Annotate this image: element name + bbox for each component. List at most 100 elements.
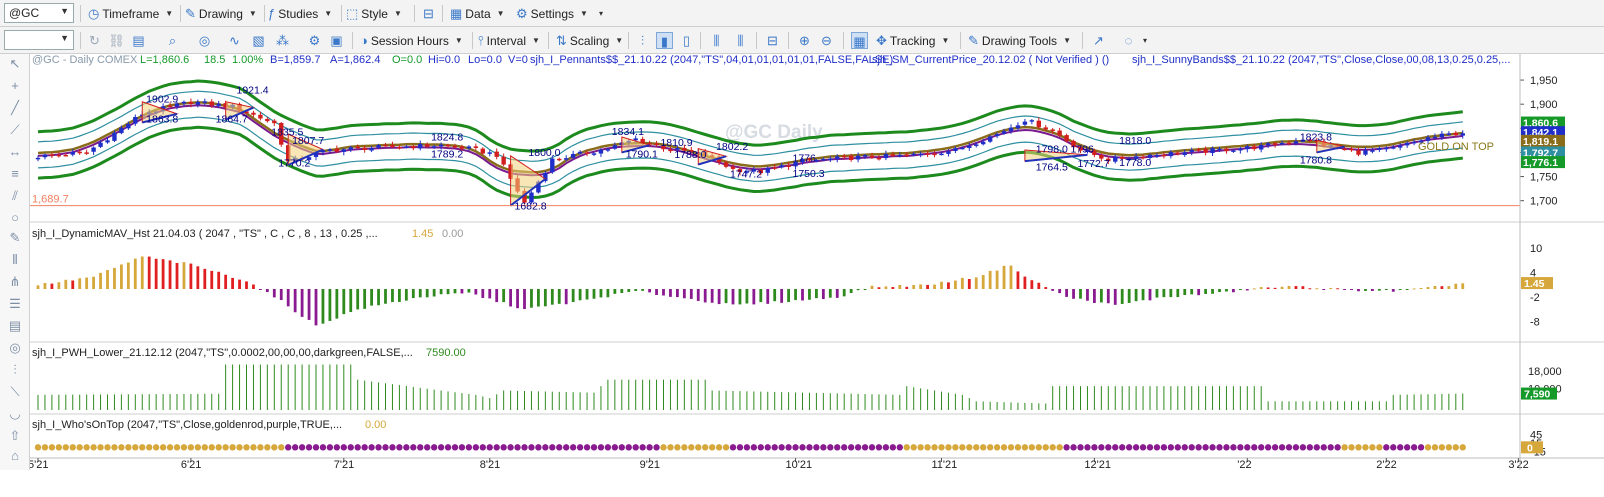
who-dot — [542, 444, 549, 451]
who-dot — [424, 444, 431, 451]
regression-icon[interactable]: ⟍ — [6, 384, 24, 400]
mav-bar — [1419, 287, 1423, 289]
pointer-icon[interactable]: ↖ — [6, 56, 24, 72]
timeframe-label: Timeframe — [102, 6, 160, 21]
who-dot — [903, 444, 910, 451]
zoom-in-icon[interactable]: ⊕ — [796, 32, 813, 49]
chevron-down-icon[interactable]: ▼ — [60, 6, 69, 16]
data-icon: ▦ — [450, 5, 463, 21]
circle-tool-icon[interactable]: ○ — [6, 210, 24, 226]
who-dot — [118, 444, 125, 451]
timeframe-button[interactable]: ◷ Timeframe ▼ — [88, 4, 173, 23]
link-icon[interactable]: ⛓ — [108, 32, 125, 49]
pennant-price-label: 1902.9 — [146, 93, 178, 105]
mav-bar — [259, 289, 262, 291]
who-flag-label: 0 — [1527, 442, 1533, 454]
drawing-button[interactable]: ✎ Drawing ▼ — [185, 4, 257, 23]
parallel-lines-icon[interactable]: ⫽ — [6, 188, 24, 204]
fib-fan-icon[interactable]: ⋔ — [6, 274, 24, 290]
mav-bar — [738, 289, 742, 305]
style-button[interactable]: ⬚ Style ▼ — [346, 4, 402, 23]
mav-bar — [1218, 289, 1221, 293]
mav-bar — [1051, 289, 1055, 291]
compass-icon[interactable]: ◎ — [196, 32, 213, 49]
ellipse-icon[interactable]: ◎ — [6, 340, 24, 356]
volume-bars-icon[interactable]: ⫼ — [708, 32, 725, 49]
magnifier-icon[interactable]: ⌕ — [164, 32, 181, 49]
trendline-icon[interactable]: ╱ — [6, 100, 24, 116]
gann-icon[interactable]: ▤ — [6, 318, 24, 334]
pencil-tool-icon[interactable]: ✎ — [6, 230, 24, 246]
who-dot — [625, 444, 632, 451]
crosshair-icon[interactable]: + — [6, 78, 24, 94]
mav-bar — [1259, 287, 1263, 289]
mav-bar — [780, 289, 784, 303]
hollow-candle-icon[interactable]: ▯ — [678, 32, 695, 49]
candle-body — [390, 144, 395, 147]
refresh-icon[interactable]: ↻ — [86, 32, 103, 49]
mav-bar — [1315, 288, 1319, 290]
who-dot — [243, 444, 250, 451]
settings-button[interactable]: ⚙ Settings ▼ — [516, 4, 588, 23]
fib-retracement-icon[interactable]: ☰ — [6, 296, 24, 312]
candle-body — [960, 147, 965, 150]
candle-body — [1363, 150, 1368, 155]
nodes-icon[interactable]: ⁂ — [274, 32, 291, 49]
symbol-input[interactable]: @GC ▼ — [4, 3, 74, 23]
ray-icon[interactable]: ⟋ — [6, 122, 24, 138]
analysis-icon[interactable]: ◌ — [1120, 32, 1137, 49]
candle-body — [1272, 143, 1278, 145]
ohlc-bars-icon[interactable]: ⫶ — [634, 32, 651, 49]
pwh-axis[interactable]: 18,00010,0007,590 — [1521, 366, 1562, 401]
mav-bar — [703, 289, 707, 303]
mav-bar — [189, 263, 193, 289]
grid-icon[interactable]: ▤ — [130, 32, 147, 49]
image-icon[interactable]: ▧ — [250, 32, 267, 49]
candle-body — [1384, 147, 1389, 150]
toolbar2-overflow-button[interactable]: ▾ — [1140, 31, 1147, 50]
session-hours-button[interactable]: ◑ Session Hours ▼ — [360, 31, 463, 50]
chart-area[interactable]: @GC Daily 1,689.7 1921.4 1902.9 1863.8 1864… — [30, 54, 1604, 470]
who-dot — [806, 444, 813, 451]
who-dot — [757, 444, 764, 451]
up-arrow-icon[interactable]: ⇧ — [6, 428, 24, 444]
zoom-out-icon[interactable]: ⊖ — [818, 32, 835, 49]
crosshair-grid-icon[interactable]: ▦ — [851, 32, 868, 49]
horizontal-line-icon[interactable]: ↔ — [6, 144, 24, 160]
layout-icon[interactable]: ⊟ — [764, 32, 781, 49]
bar-spacing-icon[interactable]: ⫼ — [732, 32, 749, 49]
interval-combo[interactable]: ▼ — [4, 30, 74, 50]
speed-lines-icon[interactable]: ⫶ — [6, 362, 24, 378]
who-dot — [1438, 444, 1446, 451]
channel-icon[interactable]: ≡ — [6, 166, 24, 182]
arc-icon[interactable]: ◡ — [6, 406, 24, 422]
candlestick-icon[interactable]: ▮ — [656, 32, 673, 49]
mav-bar — [92, 276, 95, 289]
mav-bar — [905, 286, 909, 289]
who-dot — [597, 444, 605, 451]
layout-icon[interactable]: ⊟ — [420, 5, 437, 22]
mav-bar — [988, 270, 992, 289]
mav-bar — [516, 289, 519, 309]
tracking-button[interactable]: ✥ Tracking ▼ — [876, 31, 949, 50]
interval-button[interactable]: ⫯ Interval ▼ — [478, 31, 540, 50]
template-icon[interactable]: ▣ — [328, 32, 345, 49]
data-button[interactable]: ▦ Data ▼ — [450, 4, 505, 23]
last-price: L=1,860.6 — [140, 54, 189, 66]
candle-body — [494, 151, 499, 157]
scaling-button[interactable]: ⇅ Scaling ▼ — [556, 31, 623, 50]
candle-body — [876, 157, 882, 160]
studies-button[interactable]: ƒ Studies ▼ — [268, 4, 332, 23]
who-dot — [1181, 444, 1188, 451]
mav-bar — [974, 277, 978, 289]
toolbar-overflow-button[interactable]: ▾ — [596, 4, 603, 23]
chevron-down-icon[interactable]: ▼ — [60, 33, 69, 43]
home-icon[interactable]: ⌂ — [6, 448, 24, 464]
settings-small-icon[interactable]: ⚙ — [306, 32, 323, 49]
wave-icon[interactable]: ∿ — [226, 32, 243, 49]
drawing-tools-button[interactable]: ✎ Drawing Tools ▼ — [968, 31, 1071, 50]
trend-chart-icon[interactable]: ↗ — [1090, 32, 1107, 49]
who-dot — [1084, 444, 1091, 451]
mav-bar — [1357, 289, 1360, 292]
vertical-lines-icon[interactable]: ⦀ — [6, 252, 24, 268]
